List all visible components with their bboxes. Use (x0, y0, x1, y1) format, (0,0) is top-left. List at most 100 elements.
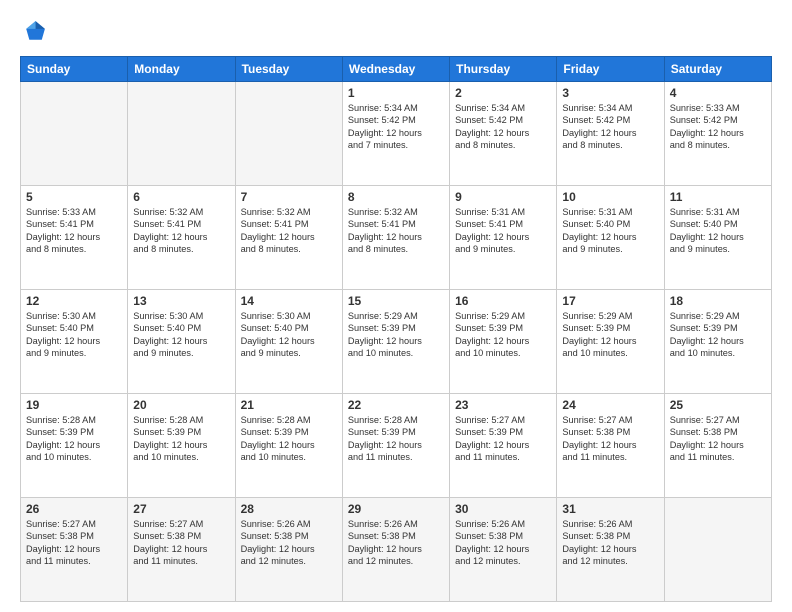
calendar-cell: 23 Sunrise: 5:27 AM Sunset: 5:39 PM Dayli… (450, 394, 557, 498)
calendar-cell: 8 Sunrise: 5:32 AM Sunset: 5:41 PM Daylig… (342, 186, 449, 290)
day-number: 10 (562, 190, 658, 204)
day-number: 12 (26, 294, 122, 308)
calendar-cell: 12 Sunrise: 5:30 AM Sunset: 5:40 PM Dayli… (21, 290, 128, 394)
day-number: 18 (670, 294, 766, 308)
calendar-cell: 1 Sunrise: 5:34 AM Sunset: 5:42 PM Daylig… (342, 82, 449, 186)
day-number: 5 (26, 190, 122, 204)
calendar-row-1: 5Sunrise: 5:33 AM Sunset: 5:41 PM Daylig… (21, 186, 772, 290)
calendar-cell: 21 Sunrise: 5:28 AM Sunset: 5:39 PM Dayli… (235, 394, 342, 498)
cell-text: Sunrise: 5:27 AM Sunset: 5:38 PM Dayligh… (562, 414, 658, 464)
cell-text: Sunrise: 5:32 AM Sunset: 5:41 PM Dayligh… (241, 206, 337, 256)
cell-text: Sunrise: 5:34 AM Sunset: 5:42 PM Dayligh… (562, 102, 658, 152)
day-number: 19 (26, 398, 122, 412)
calendar-cell: 22 Sunrise: 5:28 AM Sunset: 5:39 PM Dayli… (342, 394, 449, 498)
calendar-row-0: 1 Sunrise: 5:34 AM Sunset: 5:42 PM Daylig… (21, 82, 772, 186)
calendar-cell: 24 Sunrise: 5:27 AM Sunset: 5:38 PM Dayli… (557, 394, 664, 498)
cell-text: Sunrise: 5:28 AM Sunset: 5:39 PM Dayligh… (133, 414, 229, 464)
calendar-cell: 2Sunrise: 5:34 AM Sunset: 5:42 PM Daylig… (450, 82, 557, 186)
day-number: 6 (133, 190, 229, 204)
day-number: 27 (133, 502, 229, 516)
day-number: 3 (562, 86, 658, 100)
cell-text: Sunrise: 5:26 AM Sunset: 5:38 PM Dayligh… (241, 518, 337, 568)
calendar-row-2: 12 Sunrise: 5:30 AM Sunset: 5:40 PM Dayli… (21, 290, 772, 394)
day-number: 25 (670, 398, 766, 412)
weekday-header-saturday: Saturday (664, 57, 771, 82)
calendar-cell: 25 Sunrise: 5:27 AM Sunset: 5:38 PM Dayli… (664, 394, 771, 498)
day-number: 24 (562, 398, 658, 412)
weekday-header-friday: Friday (557, 57, 664, 82)
weekday-header-tuesday: Tuesday (235, 57, 342, 82)
cell-text: Sunrise: 5:27 AM Sunset: 5:39 PM Dayligh… (455, 414, 551, 464)
cell-text: Sunrise: 5:29 AM Sunset: 5:39 PM Dayligh… (348, 310, 444, 360)
calendar-cell: 11 Sunrise: 5:31 AM Sunset: 5:40 PM Dayli… (664, 186, 771, 290)
calendar-cell: 20Sunrise: 5:28 AM Sunset: 5:39 PM Dayli… (128, 394, 235, 498)
cell-text: Sunrise: 5:27 AM Sunset: 5:38 PM Dayligh… (26, 518, 122, 568)
cell-text: Sunrise: 5:30 AM Sunset: 5:40 PM Dayligh… (133, 310, 229, 360)
cell-text: Sunrise: 5:26 AM Sunset: 5:38 PM Dayligh… (455, 518, 551, 568)
calendar-cell: 5Sunrise: 5:33 AM Sunset: 5:41 PM Daylig… (21, 186, 128, 290)
cell-text: Sunrise: 5:34 AM Sunset: 5:42 PM Dayligh… (455, 102, 551, 152)
day-number: 11 (670, 190, 766, 204)
day-number: 8 (348, 190, 444, 204)
day-number: 14 (241, 294, 337, 308)
day-number: 13 (133, 294, 229, 308)
cell-text: Sunrise: 5:27 AM Sunset: 5:38 PM Dayligh… (133, 518, 229, 568)
calendar-cell (128, 82, 235, 186)
calendar-cell: 31Sunrise: 5:26 AM Sunset: 5:38 PM Dayli… (557, 498, 664, 602)
cell-text: Sunrise: 5:34 AM Sunset: 5:42 PM Dayligh… (348, 102, 444, 152)
cell-text: Sunrise: 5:32 AM Sunset: 5:41 PM Dayligh… (133, 206, 229, 256)
cell-text: Sunrise: 5:29 AM Sunset: 5:39 PM Dayligh… (670, 310, 766, 360)
day-number: 1 (348, 86, 444, 100)
day-number: 26 (26, 502, 122, 516)
calendar-cell: 29 Sunrise: 5:26 AM Sunset: 5:38 PM Dayli… (342, 498, 449, 602)
calendar-cell: 13 Sunrise: 5:30 AM Sunset: 5:40 PM Dayli… (128, 290, 235, 394)
calendar-cell: 18 Sunrise: 5:29 AM Sunset: 5:39 PM Dayli… (664, 290, 771, 394)
cell-text: Sunrise: 5:33 AM Sunset: 5:42 PM Dayligh… (670, 102, 766, 152)
calendar-cell: 9 Sunrise: 5:31 AM Sunset: 5:41 PM Daylig… (450, 186, 557, 290)
day-number: 4 (670, 86, 766, 100)
calendar-cell: 16Sunrise: 5:29 AM Sunset: 5:39 PM Dayli… (450, 290, 557, 394)
day-number: 7 (241, 190, 337, 204)
day-number: 15 (348, 294, 444, 308)
cell-text: Sunrise: 5:29 AM Sunset: 5:39 PM Dayligh… (562, 310, 658, 360)
day-number: 29 (348, 502, 444, 516)
day-number: 9 (455, 190, 551, 204)
day-number: 21 (241, 398, 337, 412)
calendar-cell (664, 498, 771, 602)
calendar-row-4: 26 Sunrise: 5:27 AM Sunset: 5:38 PM Dayli… (21, 498, 772, 602)
cell-text: Sunrise: 5:31 AM Sunset: 5:41 PM Dayligh… (455, 206, 551, 256)
calendar-cell: 3 Sunrise: 5:34 AM Sunset: 5:42 PM Daylig… (557, 82, 664, 186)
calendar-row-3: 19 Sunrise: 5:28 AM Sunset: 5:39 PM Dayli… (21, 394, 772, 498)
calendar-cell: 26 Sunrise: 5:27 AM Sunset: 5:38 PM Dayli… (21, 498, 128, 602)
calendar-cell: 7 Sunrise: 5:32 AM Sunset: 5:41 PM Daylig… (235, 186, 342, 290)
cell-text: Sunrise: 5:32 AM Sunset: 5:41 PM Dayligh… (348, 206, 444, 256)
calendar-cell: 14 Sunrise: 5:30 AM Sunset: 5:40 PM Dayli… (235, 290, 342, 394)
calendar-cell (235, 82, 342, 186)
cell-text: Sunrise: 5:27 AM Sunset: 5:38 PM Dayligh… (670, 414, 766, 464)
cell-text: Sunrise: 5:28 AM Sunset: 5:39 PM Dayligh… (26, 414, 122, 464)
day-number: 22 (348, 398, 444, 412)
day-number: 31 (562, 502, 658, 516)
calendar-cell: 15 Sunrise: 5:29 AM Sunset: 5:39 PM Dayli… (342, 290, 449, 394)
calendar-cell: 19 Sunrise: 5:28 AM Sunset: 5:39 PM Dayli… (21, 394, 128, 498)
cell-text: Sunrise: 5:28 AM Sunset: 5:39 PM Dayligh… (241, 414, 337, 464)
calendar-cell: 10Sunrise: 5:31 AM Sunset: 5:40 PM Dayli… (557, 186, 664, 290)
cell-text: Sunrise: 5:31 AM Sunset: 5:40 PM Dayligh… (670, 206, 766, 256)
weekday-header-thursday: Thursday (450, 57, 557, 82)
cell-text: Sunrise: 5:28 AM Sunset: 5:39 PM Dayligh… (348, 414, 444, 464)
day-number: 17 (562, 294, 658, 308)
calendar-cell: 30Sunrise: 5:26 AM Sunset: 5:38 PM Dayli… (450, 498, 557, 602)
cell-text: Sunrise: 5:30 AM Sunset: 5:40 PM Dayligh… (241, 310, 337, 360)
cell-text: Sunrise: 5:29 AM Sunset: 5:39 PM Dayligh… (455, 310, 551, 360)
weekday-header-sunday: Sunday (21, 57, 128, 82)
calendar-cell: 27 Sunrise: 5:27 AM Sunset: 5:38 PM Dayli… (128, 498, 235, 602)
cell-text: Sunrise: 5:26 AM Sunset: 5:38 PM Dayligh… (348, 518, 444, 568)
calendar-cell: 6 Sunrise: 5:32 AM Sunset: 5:41 PM Daylig… (128, 186, 235, 290)
logo (20, 18, 52, 46)
calendar-cell: 28Sunrise: 5:26 AM Sunset: 5:38 PM Dayli… (235, 498, 342, 602)
calendar-table: SundayMondayTuesdayWednesdayThursdayFrid… (20, 56, 772, 602)
day-number: 23 (455, 398, 551, 412)
calendar-cell: 4 Sunrise: 5:33 AM Sunset: 5:42 PM Daylig… (664, 82, 771, 186)
weekday-header-wednesday: Wednesday (342, 57, 449, 82)
cell-text: Sunrise: 5:30 AM Sunset: 5:40 PM Dayligh… (26, 310, 122, 360)
